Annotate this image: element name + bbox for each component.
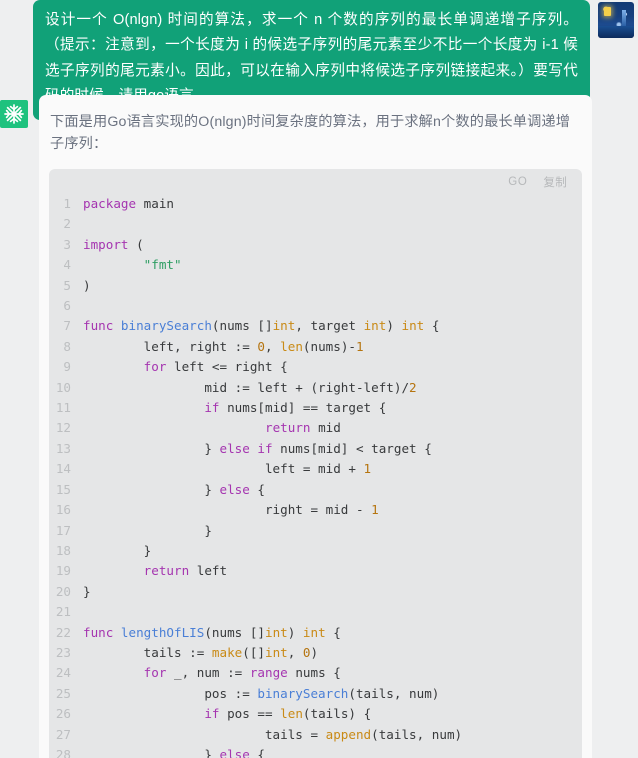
code-line: 25 pos := binarySearch(tails, num) [49, 684, 582, 704]
code-line: 24 for _, num := range nums { [49, 663, 582, 683]
code-line: 19 return left [49, 561, 582, 581]
line-number: 5 [63, 277, 71, 293]
copy-code-button[interactable]: 复制 [543, 174, 567, 190]
code-line: 9 for left <= right { [49, 357, 582, 377]
line-number: 21 [55, 604, 71, 620]
code-line-text: for _, num := range nums { [143, 665, 341, 681]
code-language-label: GO [508, 175, 528, 188]
code-line-text: tails := make([]int, 0) [83, 644, 319, 660]
code-line-text: if nums[mid] == target { [204, 400, 387, 416]
code-line: 27 tails = append(tails, num) [49, 725, 582, 745]
line-number: 17 [55, 522, 71, 538]
line-number: 25 [55, 685, 71, 701]
code-line-text: "fmt" [143, 257, 182, 273]
code-line: 6 [49, 296, 582, 316]
code-line-text: if pos == len(tails) { [204, 706, 372, 722]
code-line-text: } else if nums[mid] < target { [83, 440, 432, 456]
line-number: 1 [63, 196, 71, 211]
assistant-message-bubble[interactable]: 下面是用Go语言实现的O(nlgn)时间复杂度的算法，用于求解n个数的最长单调递… [39, 95, 592, 758]
code-line: 4 "fmt" [49, 255, 582, 275]
code-line: 7 func binarySearch(nums []int, target in… [49, 316, 582, 336]
line-number: 16 [55, 502, 71, 518]
code-line: 3 import ( [49, 235, 582, 255]
code-line: 20} [49, 582, 582, 602]
line-number: 14 [55, 461, 71, 477]
code-line: 23 tails := make([]int, 0) [49, 643, 582, 663]
line-number: 2 [63, 216, 71, 232]
code-line: 14 left = mid + 1 [49, 459, 582, 479]
code-line: 15 } else { [49, 480, 582, 500]
code-line-text: return left [143, 563, 228, 579]
user-message-text: 设计一个 O(nlgn) 时间的算法，求一个 n 个数的序列的最长单调递增子序列… [45, 12, 578, 104]
code-line-text: ) [83, 277, 91, 293]
code-line: 18 } [49, 541, 582, 561]
code-line: 5) [49, 276, 582, 296]
code-line: 22 func lengthOfLIS(nums []int) int { [49, 623, 582, 643]
line-number: 12 [55, 420, 71, 436]
line-number: 10 [55, 379, 71, 395]
code-line-text: } [83, 583, 91, 599]
avatar-moon [604, 7, 612, 17]
code-block-header: GO 复制 [49, 169, 582, 194]
code-line-text: package main [83, 196, 174, 211]
avatar-tower [622, 9, 627, 26]
line-number: 9 [63, 359, 71, 375]
line-number: 11 [55, 400, 71, 416]
code-line-text: import ( [83, 236, 144, 252]
code-line-text: pos := binarySearch(tails, num) [83, 685, 440, 701]
code-line-text: } else { [83, 746, 265, 758]
code-line: 12 return mid [49, 418, 582, 438]
code-line-text: } [83, 542, 152, 558]
line-number: 28 [55, 746, 71, 758]
code-line: 13 } else if nums[mid] < target { [49, 439, 582, 459]
line-number: 24 [55, 665, 71, 681]
code-line: 17 } [49, 521, 582, 541]
line-number: 20 [55, 583, 71, 599]
code-line-text: left = mid + 1 [83, 461, 372, 477]
code-line: 8 left, right := 0, len(nums)-1 [49, 337, 582, 357]
code-line: 1 package main [49, 194, 582, 214]
code-line: 21 [49, 602, 582, 622]
line-number: 23 [55, 644, 71, 660]
code-line-text: for left <= right { [143, 359, 288, 375]
code-line-text: } else { [83, 481, 265, 497]
line-number: 26 [55, 706, 71, 722]
code-line: 26 if pos == len(tails) { [49, 704, 582, 724]
line-number: 19 [55, 563, 71, 579]
line-number: 27 [55, 726, 71, 742]
code-line-text: return mid [264, 420, 341, 436]
code-line-text: right = mid - 1 [83, 502, 379, 518]
line-number: 13 [55, 440, 71, 456]
assistant-avatar[interactable] [0, 100, 28, 128]
code-line: 28 } else { [49, 745, 582, 758]
line-number: 4 [63, 257, 71, 273]
avatar-skyline [598, 25, 634, 38]
code-line-text: mid := left + (right-left)/2 [83, 379, 417, 395]
code-line-text: tails = append(tails, num) [83, 726, 463, 742]
line-number: 18 [55, 542, 71, 558]
line-number: 15 [55, 481, 71, 497]
code-line: 10 mid := left + (right-left)/2 [49, 378, 582, 398]
code-line: 11 if nums[mid] == target { [49, 398, 582, 418]
code-line: 16 right = mid - 1 [49, 500, 582, 520]
line-number: 3 [63, 236, 71, 252]
assistant-message-row: 下面是用Go语言实现的O(nlgn)时间复杂度的算法，用于求解n个数的最长单调递… [0, 95, 638, 758]
code-line-text: } [83, 522, 212, 538]
code-line-text: left, right := 0, len(nums)-1 [83, 338, 364, 354]
code-line-text: func binarySearch(nums []int, target int… [83, 318, 440, 334]
assistant-message-text: 下面是用Go语言实现的O(nlgn)时间复杂度的算法，用于求解n个数的最长单调递… [50, 114, 571, 152]
code-content[interactable]: 1 package main 2 3 import (4 "fmt" 5) 6 7 func… [49, 194, 582, 758]
line-number: 8 [63, 338, 71, 354]
code-line: 2 [49, 214, 582, 234]
line-number: 6 [63, 298, 71, 314]
line-number: 22 [55, 624, 71, 640]
code-block: GO 复制 1 package main 2 3 import (4 "fmt" 5) 6… [49, 169, 582, 758]
line-number: 7 [63, 318, 71, 334]
user-avatar[interactable] [598, 2, 634, 38]
code-line-text: func lengthOfLIS(nums []int) int { [83, 624, 341, 640]
